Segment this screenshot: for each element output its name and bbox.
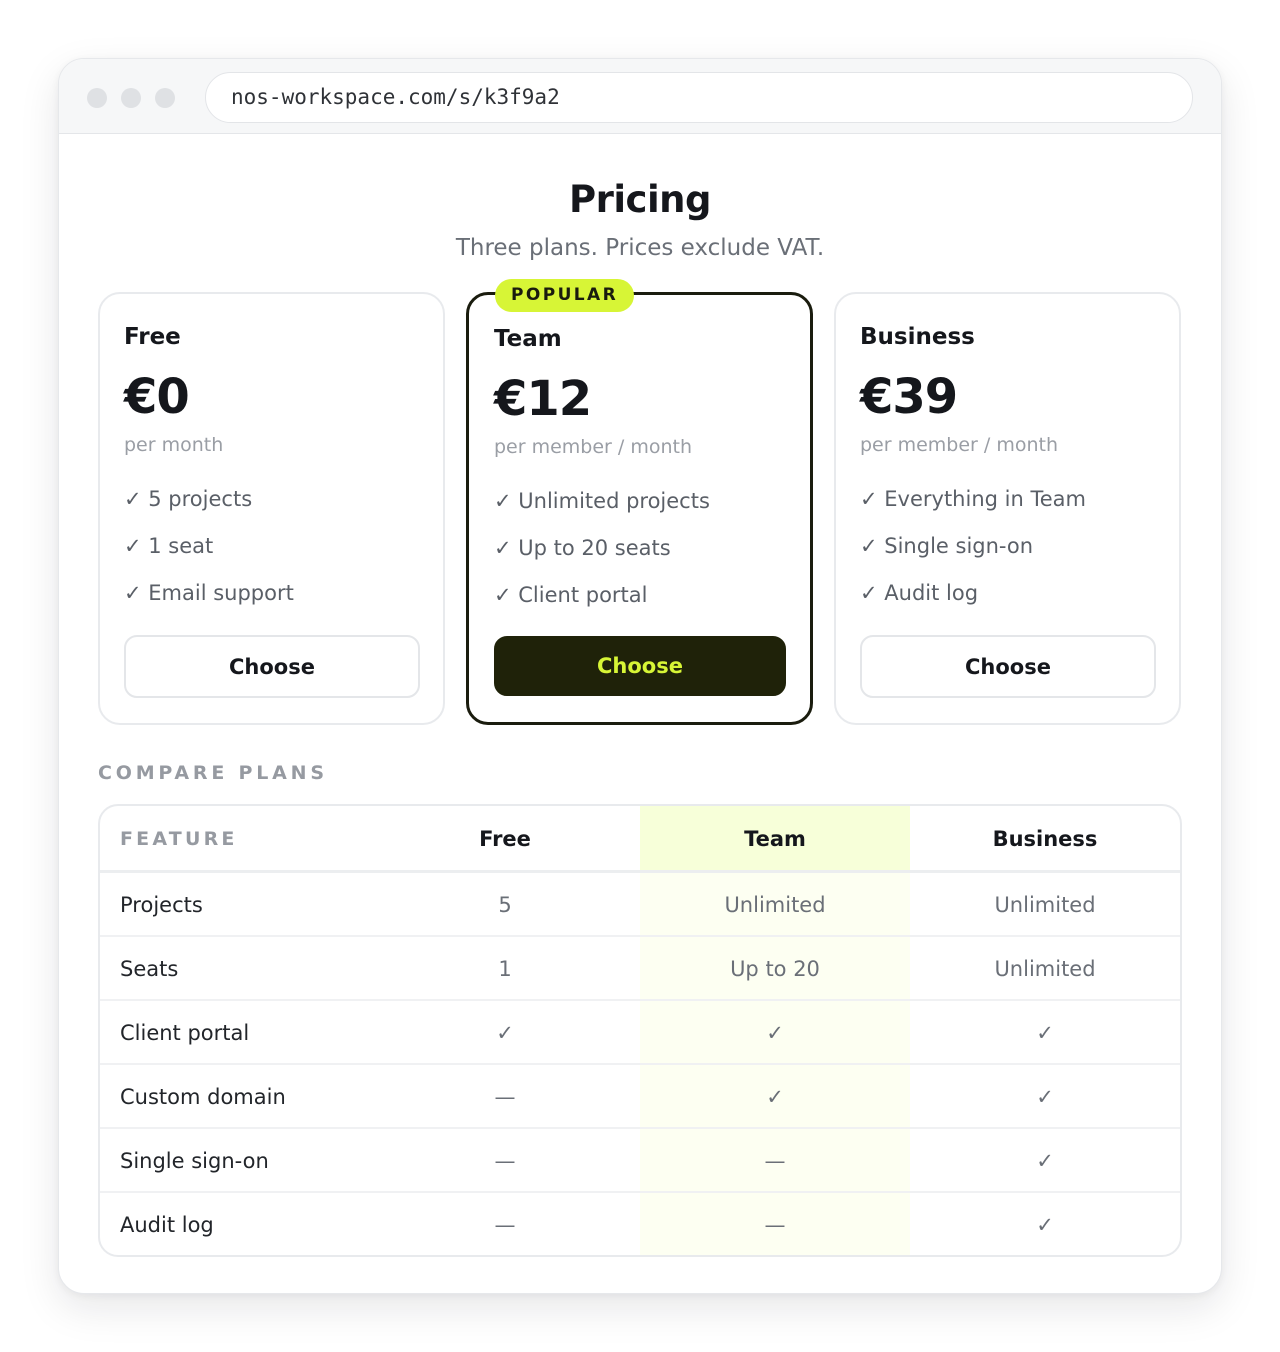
business-value: Unlimited [994, 957, 1096, 981]
plan-feature-list: ✓ 5 projects ✓ 1 seat ✓ Email support [124, 486, 294, 627]
plan-card-team: POPULAR Team €12 per member / month ✓ Un… [466, 279, 813, 725]
table-row: Client portal ✓ ✓ ✓ [100, 1001, 1180, 1065]
table-row: Audit log — — ✓ [100, 1193, 1180, 1255]
page-subtitle: Three plans. Prices exclude VAT. [455, 235, 825, 261]
plan-price-unit: per month [124, 434, 224, 456]
address-bar[interactable]: nos-workspace.com/s/k3f9a2 [205, 72, 1193, 123]
business-value: Unlimited [994, 893, 1096, 917]
plan-feature-list: ✓ Everything in Team ✓ Single sign-on ✓ … [860, 486, 1086, 627]
compare-plans-heading: COMPARE PLANS [98, 762, 328, 784]
team-value: Up to 20 [730, 957, 820, 981]
page-title: Pricing [569, 178, 712, 221]
business-value: ✓ [1036, 1021, 1054, 1045]
choose-team-button[interactable]: Choose [494, 636, 786, 696]
plan-feature: ✓ Everything in Team [860, 487, 1086, 511]
plan-name: Team [494, 326, 562, 352]
plan-price-unit: per member / month [494, 436, 693, 458]
plan-name: Business [860, 324, 975, 350]
business-value: ✓ [1036, 1149, 1054, 1173]
plan-name: Free [124, 324, 181, 350]
plan-price: €12 [494, 371, 592, 427]
plan-feature: ✓ 1 seat [124, 534, 214, 558]
business-value: ✓ [1036, 1085, 1054, 1109]
plan-card-business: Business €39 per member / month ✓ Everyt… [834, 292, 1181, 725]
table-row: Projects 5 Unlimited Unlimited [100, 873, 1180, 937]
free-value: 1 [498, 957, 512, 981]
plan-feature: ✓ Email support [124, 581, 294, 605]
team-value: — [764, 1213, 786, 1237]
table-row: Custom domain — ✓ ✓ [100, 1065, 1180, 1129]
plan-feature-list: ✓ Unlimited projects ✓ Up to 20 seats ✓ … [494, 488, 710, 629]
team-value: Unlimited [724, 893, 826, 917]
popular-badge: POPULAR [495, 279, 635, 312]
plan-price-unit: per member / month [860, 434, 1059, 456]
window-close-dot[interactable] [87, 88, 107, 108]
plan-price: €0 [124, 369, 190, 425]
team-value: ✓ [766, 1021, 784, 1045]
free-value: — [494, 1085, 516, 1109]
window-zoom-dot[interactable] [155, 88, 175, 108]
plan-feature: ✓ Single sign-on [860, 534, 1034, 558]
plan-feature: ✓ 5 projects [124, 487, 253, 511]
free-value: — [494, 1213, 516, 1237]
choose-free-button[interactable]: Choose [124, 635, 420, 698]
column-header-business: Business [992, 827, 1098, 851]
free-value: ✓ [496, 1021, 514, 1045]
free-value: — [494, 1149, 516, 1173]
compare-table: FEATURE Free Team Business Projects 5 Un… [98, 804, 1182, 1257]
team-value: ✓ [766, 1085, 784, 1109]
team-value: — [764, 1149, 786, 1173]
free-value: 5 [498, 893, 512, 917]
table-row: Seats 1 Up to 20 Unlimited [100, 937, 1180, 1001]
window-minimize-dot[interactable] [121, 88, 141, 108]
plan-feature: ✓ Audit log [860, 581, 979, 605]
plan-feature: ✓ Unlimited projects [494, 489, 710, 513]
column-header-team: Team [744, 827, 806, 851]
choose-business-button[interactable]: Choose [860, 635, 1156, 698]
plan-feature: ✓ Up to 20 seats [494, 536, 671, 560]
plan-feature: ✓ Client portal [494, 583, 648, 607]
plan-card-free: Free €0 per month ✓ 5 projects ✓ 1 seat … [98, 292, 445, 725]
browser-toolbar: nos-workspace.com/s/k3f9a2 [59, 59, 1221, 134]
table-row: Single sign-on — — ✓ [100, 1129, 1180, 1193]
plan-price: €39 [860, 369, 958, 425]
table-header: FEATURE Free Team Business [100, 806, 1180, 873]
column-header-free: Free [479, 827, 531, 851]
business-value: ✓ [1036, 1213, 1054, 1237]
